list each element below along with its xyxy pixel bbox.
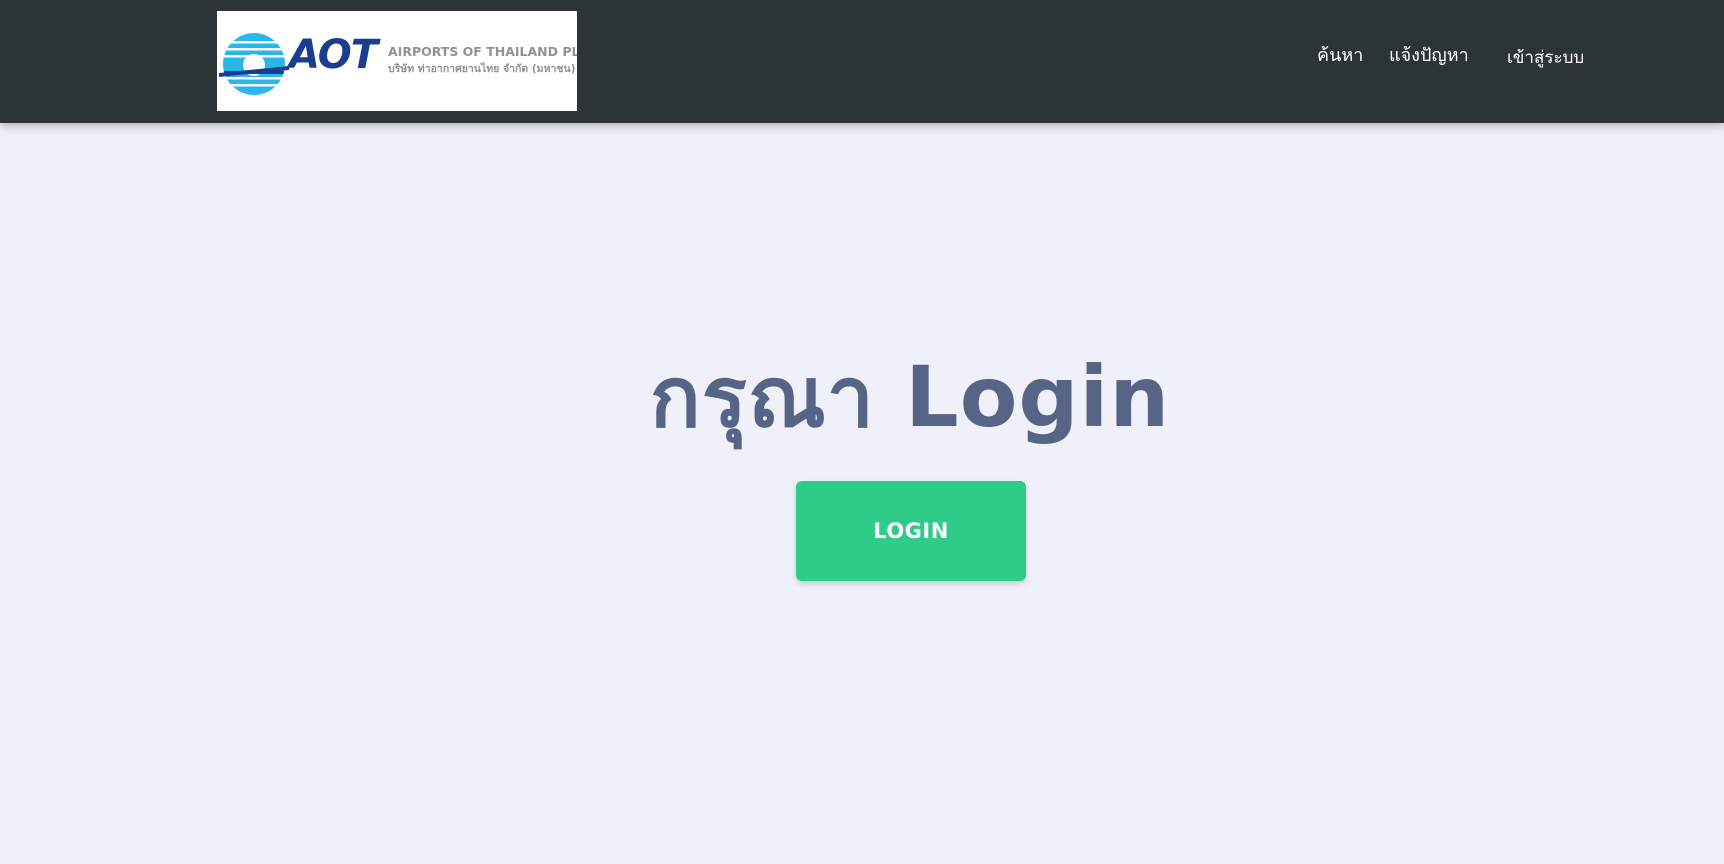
nav-sign-in-link[interactable]: เข้าสู่ระบบ xyxy=(1507,50,1584,67)
nav-report-problem-link[interactable]: แจ้งปัญหา xyxy=(1389,47,1469,65)
logo-company-name-thai: บริษัท ท่าอากาศยานไทย จำกัด (มหาชน) xyxy=(388,63,576,75)
aot-logo-icon xyxy=(219,33,289,95)
nav-search-link[interactable]: ค้นหา xyxy=(1317,47,1363,65)
page-title: กรุณา Login xyxy=(649,348,1171,446)
aot-logo[interactable]: AOT AIRPORTS OF THAILAND PLC. บริษัท ท่า… xyxy=(217,11,577,111)
login-button[interactable]: LOGIN xyxy=(796,481,1026,581)
top-navbar: AOT AIRPORTS OF THAILAND PLC. บริษัท ท่า… xyxy=(0,0,1724,123)
logo-company-name: AIRPORTS OF THAILAND PLC. xyxy=(388,44,577,59)
logo-brand-text: AOT xyxy=(289,32,378,78)
